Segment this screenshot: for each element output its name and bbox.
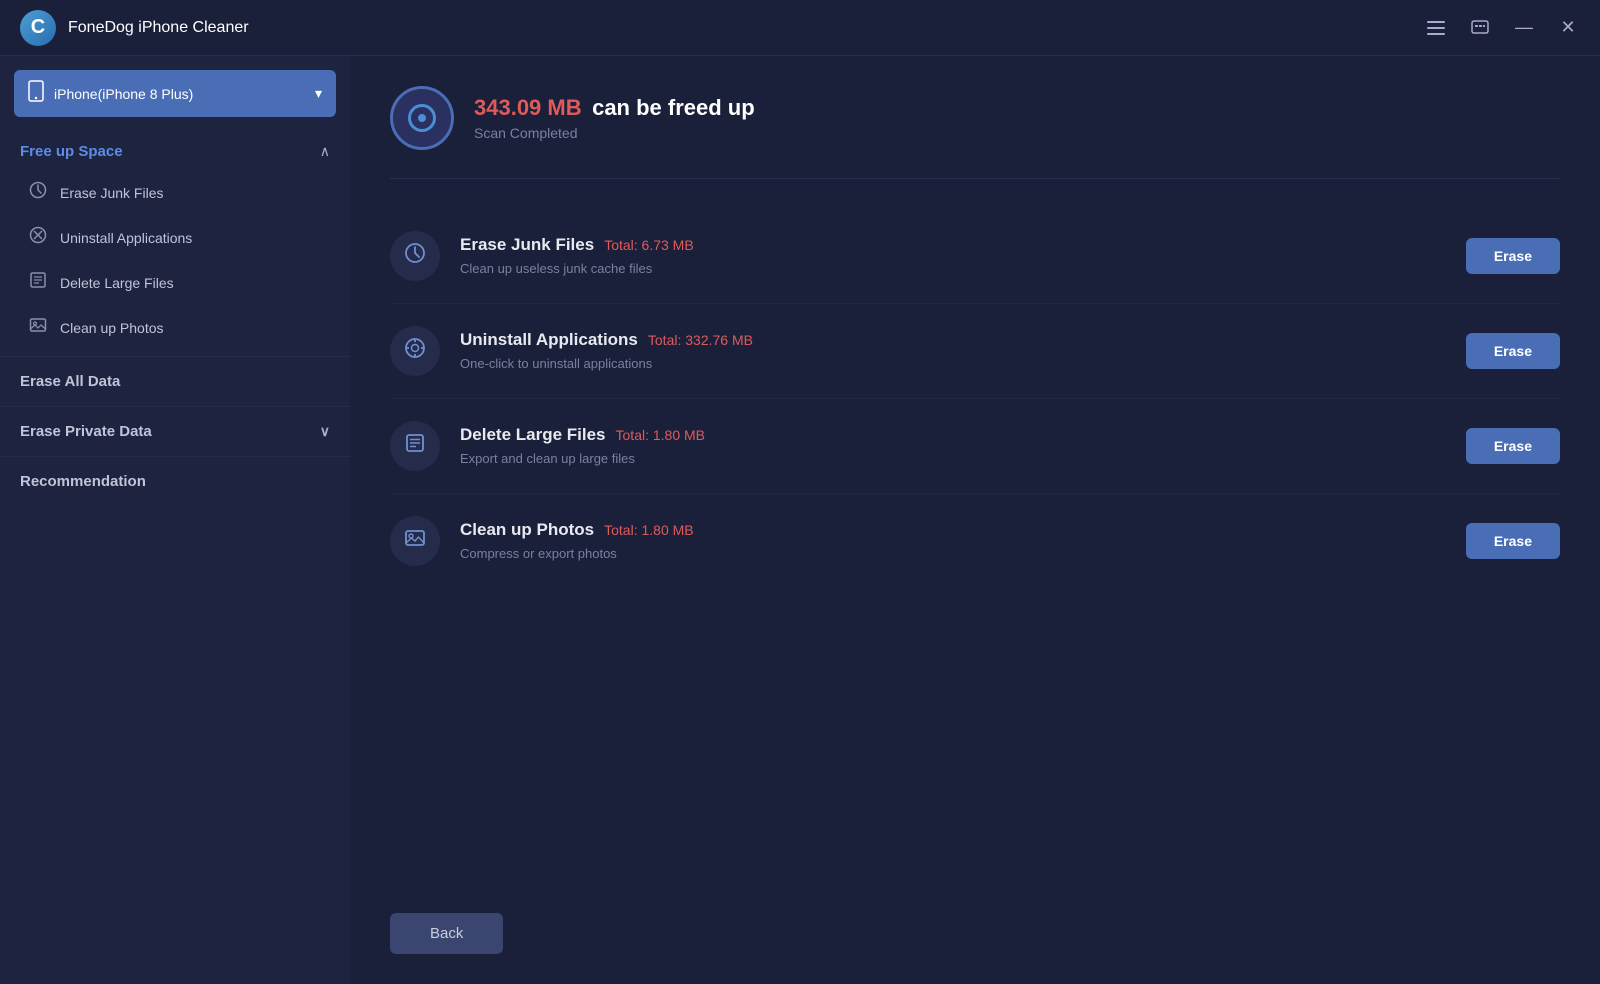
app-logo: C (20, 10, 56, 46)
uninstall-icon (28, 226, 48, 249)
photos-icon-wrap (390, 516, 440, 566)
erase-private-data-label: Erase Private Data (20, 423, 152, 440)
junk-files-total: Total: 6.73 MB (604, 237, 694, 253)
titlebar: C FoneDog iPhone Cleaner — ✕ (0, 0, 1600, 56)
large-files-icon-wrap (390, 421, 440, 471)
free-up-space-header[interactable]: Free up Space ∧ (0, 129, 350, 170)
junk-files-title: Erase Junk Files (460, 235, 594, 255)
sidebar-item-erase-all-data[interactable]: Erase All Data (0, 356, 350, 406)
feature-rows: Erase Junk Files Total: 6.73 MB Clean up… (390, 209, 1560, 889)
content-area: 343.09 MB can be freed up Scan Completed (350, 56, 1600, 984)
uninstall-apps-desc: One-click to uninstall applications (460, 356, 652, 371)
sidebar-item-cleanup-photos[interactable]: Clean up Photos (0, 305, 350, 350)
erase-junk-button[interactable]: Erase (1466, 238, 1560, 274)
junk-files-info: Erase Junk Files Total: 6.73 MB Clean up… (460, 235, 1446, 278)
app-title: FoneDog iPhone Cleaner (68, 19, 1424, 37)
free-up-space-section: Free up Space ∧ Erase Junk Files (0, 123, 350, 356)
summary-banner: 343.09 MB can be freed up Scan Completed (390, 86, 1560, 179)
freed-amount: 343.09 MB (474, 95, 582, 120)
feature-row-cleanup-photos: Clean up Photos Total: 1.80 MB Compress … (390, 494, 1560, 588)
uninstall-apps-label: Uninstall Applications (60, 230, 330, 246)
delete-large-title: Delete Large Files (460, 425, 606, 445)
cleanup-photos-info: Clean up Photos Total: 1.80 MB Compress … (460, 520, 1446, 563)
feature-row-delete-large: Delete Large Files Total: 1.80 MB Export… (390, 399, 1560, 494)
uninstall-apps-icon (404, 337, 426, 365)
junk-files-desc: Clean up useless junk cache files (460, 261, 652, 276)
delete-large-label: Delete Large Files (60, 275, 330, 291)
uninstall-icon-wrap (390, 326, 440, 376)
sidebar: iPhone(iPhone 8 Plus) ▾ Free up Space ∧ … (0, 56, 350, 984)
device-name: iPhone(iPhone 8 Plus) (54, 86, 305, 102)
large-files-icon (404, 432, 426, 460)
sidebar-item-erase-junk[interactable]: Erase Junk Files (0, 170, 350, 215)
minimize-button[interactable]: — (1512, 16, 1536, 40)
main-layout: iPhone(iPhone 8 Plus) ▾ Free up Space ∧ … (0, 56, 1600, 984)
cleanup-photos-total: Total: 1.80 MB (604, 522, 694, 538)
erase-junk-label: Erase Junk Files (60, 185, 330, 201)
erase-large-button[interactable]: Erase (1466, 428, 1560, 464)
device-chevron-icon: ▾ (315, 85, 322, 102)
sidebar-item-erase-private-data[interactable]: Erase Private Data ∨ (0, 406, 350, 456)
feature-row-uninstall-apps: Uninstall Applications Total: 332.76 MB … (390, 304, 1560, 399)
back-button[interactable]: Back (390, 913, 503, 954)
delete-large-info: Delete Large Files Total: 1.80 MB Export… (460, 425, 1446, 468)
sidebar-item-uninstall-apps[interactable]: Uninstall Applications (0, 215, 350, 260)
chat-icon[interactable] (1468, 16, 1492, 40)
sidebar-item-delete-large[interactable]: Delete Large Files (0, 260, 350, 305)
section-collapse-icon: ∧ (320, 143, 330, 160)
erase-all-data-label: Erase All Data (20, 373, 120, 390)
uninstall-apps-info: Uninstall Applications Total: 332.76 MB … (460, 330, 1446, 373)
photo-icon (28, 316, 48, 339)
device-selector[interactable]: iPhone(iPhone 8 Plus) ▾ (14, 70, 336, 117)
delete-large-total: Total: 1.80 MB (616, 427, 706, 443)
uninstall-apps-title: Uninstall Applications (460, 330, 638, 350)
phone-icon (28, 80, 44, 107)
erase-apps-button[interactable]: Erase (1466, 333, 1560, 369)
cleanup-photos-desc: Compress or export photos (460, 546, 617, 561)
window-controls: — ✕ (1424, 16, 1580, 40)
cleanup-photos-label: Clean up Photos (60, 320, 330, 336)
junk-files-icon (404, 242, 426, 270)
menu-icon[interactable] (1424, 16, 1448, 40)
content-footer: Back (390, 889, 1560, 954)
file-list-icon (28, 271, 48, 294)
erase-photos-button[interactable]: Erase (1466, 523, 1560, 559)
junk-icon-wrap (390, 231, 440, 281)
free-up-space-title: Free up Space (20, 143, 123, 160)
summary-text: 343.09 MB can be freed up Scan Completed (474, 95, 755, 141)
scan-complete-icon (390, 86, 454, 150)
sidebar-item-recommendation[interactable]: Recommendation (0, 456, 350, 506)
cleanup-photos-icon (404, 527, 426, 555)
cleanup-photos-title: Clean up Photos (460, 520, 594, 540)
private-data-chevron-icon: ∨ (320, 423, 330, 440)
close-button[interactable]: ✕ (1556, 16, 1580, 40)
delete-large-desc: Export and clean up large files (460, 451, 635, 466)
feature-row-erase-junk: Erase Junk Files Total: 6.73 MB Clean up… (390, 209, 1560, 304)
uninstall-apps-total: Total: 332.76 MB (648, 332, 753, 348)
clock-icon (28, 181, 48, 204)
scan-status: Scan Completed (474, 125, 755, 141)
recommendation-label: Recommendation (20, 473, 146, 490)
freed-label: can be freed up (592, 95, 755, 120)
